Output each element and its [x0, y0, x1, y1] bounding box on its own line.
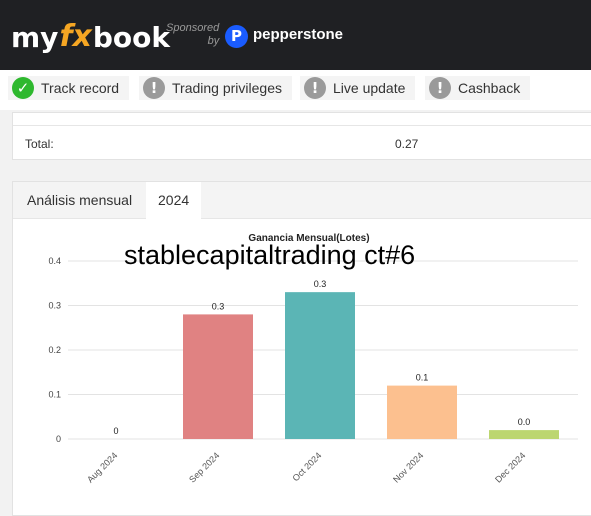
y-tick-label: 0.3 — [48, 301, 61, 311]
overlay-account-title: stablecapitaltrading ct#6 — [124, 240, 416, 270]
bar — [489, 430, 559, 439]
x-tick-label: Nov 2024 — [391, 450, 425, 484]
y-tick-label: 0 — [56, 434, 61, 444]
bar — [285, 292, 355, 439]
bar — [183, 314, 253, 439]
data-label: 0.3 — [314, 279, 327, 289]
data-label: 0.1 — [416, 373, 429, 383]
y-tick-label: 0.1 — [48, 390, 61, 400]
x-tick-label: Aug 2024 — [85, 450, 119, 484]
data-label: 0 — [113, 426, 118, 436]
y-tick-label: 0.2 — [48, 345, 61, 355]
x-tick-label: Sep 2024 — [187, 450, 221, 484]
bar — [387, 385, 457, 439]
data-label: 0.3 — [212, 301, 225, 311]
x-tick-label: Dec 2024 — [493, 450, 527, 484]
y-tick-label: 0.4 — [48, 256, 61, 266]
x-tick-label: Oct 2024 — [291, 450, 324, 483]
data-label: 0.0 — [518, 417, 531, 427]
